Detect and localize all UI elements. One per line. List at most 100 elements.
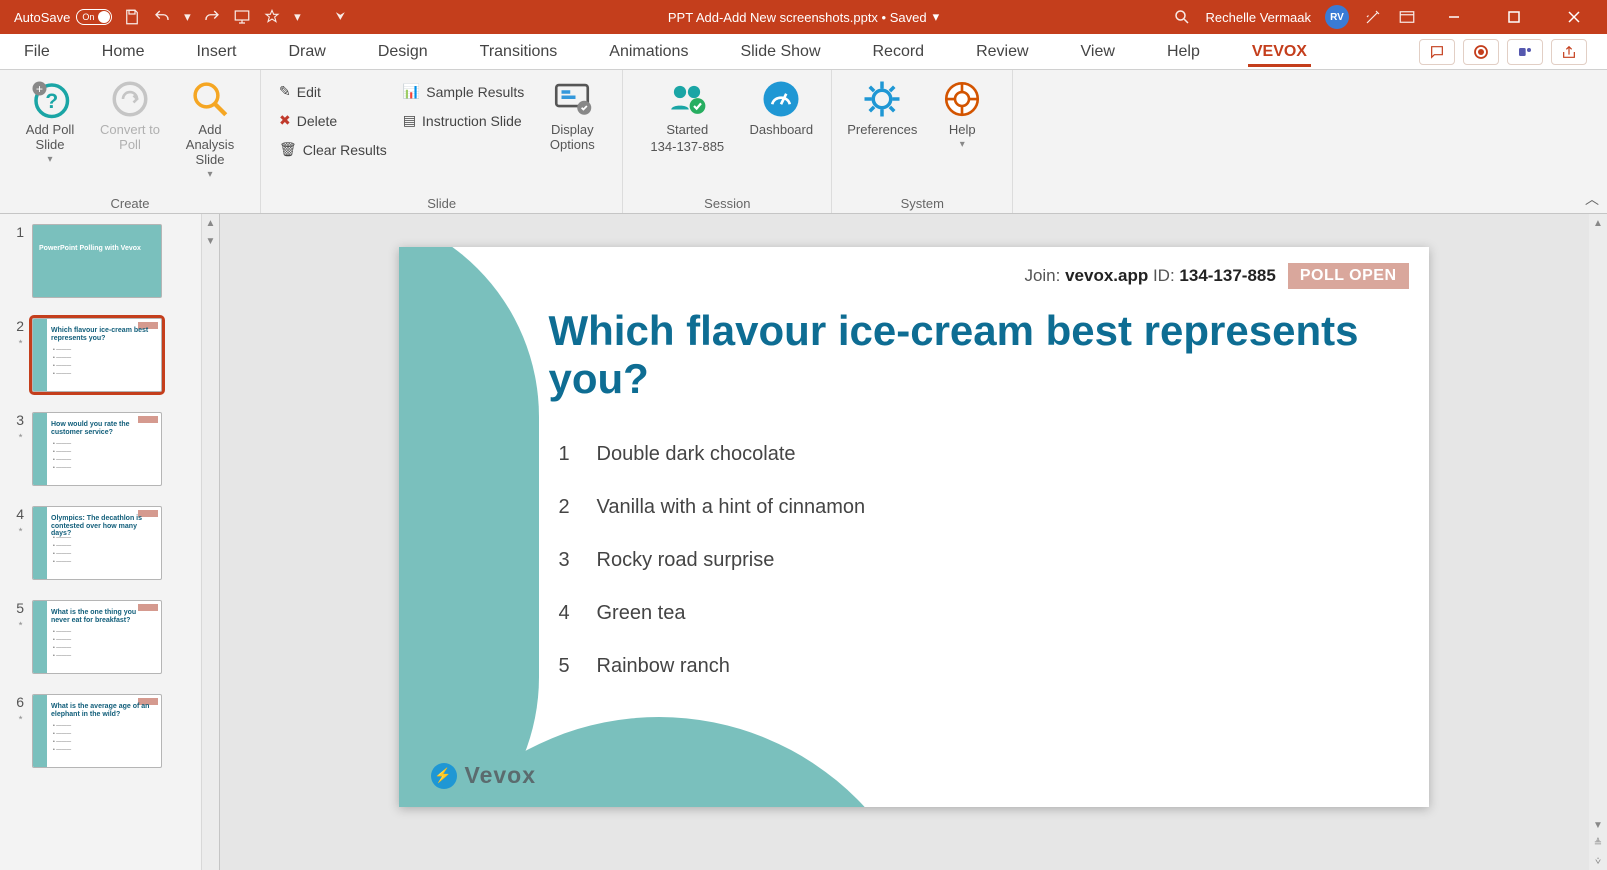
tab-vevox[interactable]: VEVOX	[1248, 37, 1311, 67]
chevron-down-icon[interactable]: ▾	[933, 9, 940, 25]
tab-record[interactable]: Record	[869, 37, 929, 67]
autosave-toggle[interactable]: AutoSave On	[14, 9, 112, 25]
workarea: 1PowerPoint Polling with Vevox2⋆Which fl…	[0, 214, 1607, 870]
ribbon-collapse-button[interactable]: ︿	[1585, 189, 1599, 209]
tab-design[interactable]: Design	[374, 37, 432, 67]
svg-text:?: ?	[45, 90, 58, 113]
undo-icon[interactable]	[152, 7, 172, 27]
lifebuoy-icon	[941, 78, 983, 120]
slide-decor-shape	[399, 247, 539, 807]
next-slide-icon[interactable]: ⩒	[1589, 852, 1607, 870]
magnify-icon	[189, 78, 231, 120]
group-slide: ✎Edit ✖Delete 🗑Clear Results 📊Sample Res…	[261, 70, 623, 213]
scroll-up-icon[interactable]: ▲	[202, 214, 219, 232]
thumb-number: 6	[10, 694, 24, 710]
teams-button[interactable]	[1507, 39, 1543, 65]
tab-help[interactable]: Help	[1163, 37, 1204, 67]
thumb-number: 2	[10, 318, 24, 334]
pencil-icon: ✎	[279, 83, 291, 100]
display-icon	[551, 78, 593, 120]
scroll-up-icon[interactable]: ▲	[1589, 214, 1607, 232]
clear-label: Clear Results	[303, 142, 387, 158]
help-button[interactable]: Help ▾	[926, 76, 998, 194]
option-row: 1Double dark chocolate	[559, 443, 866, 466]
thumb-number: 4	[10, 506, 24, 522]
people-check-icon	[666, 78, 708, 120]
group-system: Preferences Help ▾ System	[832, 70, 1013, 213]
slide-canvas[interactable]: Join: vevox.app ID: 134-137-885 POLL OPE…	[399, 247, 1429, 807]
chevron-down-icon[interactable]: ▾	[182, 7, 192, 27]
display-options-button[interactable]: Display Options	[536, 76, 608, 194]
tab-animations[interactable]: Animations	[605, 37, 692, 67]
clear-results-button[interactable]: 🗑Clear Results	[275, 138, 391, 161]
chevron-down-icon[interactable]: ▾	[292, 7, 302, 27]
thumbnail-3[interactable]: 3⋆How would you rate the customer servic…	[0, 402, 219, 496]
dashboard-button[interactable]: Dashboard	[745, 76, 817, 194]
user-name[interactable]: Rechelle Vermaak	[1206, 10, 1312, 25]
sample-results-button[interactable]: 📊Sample Results	[399, 80, 528, 103]
titlebar-right: Rechelle Vermaak RV	[1172, 0, 1607, 34]
dashboard-icon	[760, 78, 802, 120]
delete-button[interactable]: ✖Delete	[275, 109, 391, 132]
thumbnail-6[interactable]: 6⋆What is the average age of an elephant…	[0, 684, 219, 778]
join-text: Join: vevox.app ID: 134-137-885	[1024, 266, 1275, 286]
add-poll-slide-button[interactable]: ?+ Add Poll Slide ▾	[14, 76, 86, 194]
thumbnail-scrollbar[interactable]: ▲ ▼	[201, 214, 219, 870]
thumb-preview: What is the average age of an elephant i…	[32, 694, 162, 768]
record-button[interactable]	[1463, 39, 1499, 65]
scroll-down-icon[interactable]: ▼	[202, 232, 219, 250]
tab-transitions[interactable]: Transitions	[476, 37, 562, 67]
thumb-preview: Olympics: The decathlon is contested ove…	[32, 506, 162, 580]
redo-icon[interactable]	[202, 7, 222, 27]
thumb-number: 1	[10, 224, 24, 240]
option-number: 4	[559, 602, 573, 625]
tab-slideshow[interactable]: Slide Show	[736, 37, 824, 67]
tab-draw[interactable]: Draw	[284, 37, 329, 67]
instruction-slide-button[interactable]: ▤Instruction Slide	[399, 109, 528, 132]
question-plus-icon: ?+	[29, 78, 71, 120]
close-button[interactable]	[1551, 0, 1597, 34]
group-slide-label: Slide	[275, 194, 608, 211]
join-prefix: Join:	[1024, 266, 1065, 285]
user-avatar[interactable]: RV	[1325, 5, 1349, 29]
edit-button[interactable]: ✎Edit	[275, 80, 391, 103]
option-text: Vanilla with a hint of cinnamon	[597, 496, 866, 519]
search-icon[interactable]	[1172, 7, 1192, 27]
wand-icon[interactable]	[1363, 7, 1383, 27]
tab-view[interactable]: View	[1077, 37, 1119, 67]
thumbnail-4[interactable]: 4⋆Olympics: The decathlon is contested o…	[0, 496, 219, 590]
preferences-button[interactable]: Preferences	[846, 76, 918, 194]
titlebar-center: PPT Add-Add New screenshots.pptx • Saved…	[668, 9, 939, 25]
preferences-label: Preferences	[847, 122, 917, 137]
group-session-label: Session	[637, 194, 817, 211]
thumbnail-2[interactable]: 2⋆Which flavour ice-cream best represent…	[0, 308, 219, 402]
prev-slide-icon[interactable]: ≜	[1589, 834, 1607, 852]
star-icon[interactable]	[262, 7, 282, 27]
convert-to-poll-button[interactable]: Convert to Poll	[94, 76, 166, 194]
group-session: Started 134-137-885 Dashboard Session	[623, 70, 832, 213]
session-started-button[interactable]: Started 134-137-885	[637, 76, 737, 194]
stage-scrollbar[interactable]: ▲ ▼ ≜ ⩒	[1589, 214, 1607, 870]
add-analysis-slide-button[interactable]: Add Analysis Slide ▾	[174, 76, 246, 194]
window-mode-icon[interactable]	[1397, 7, 1417, 27]
scroll-down-icon[interactable]: ▼	[1589, 816, 1607, 834]
tab-insert[interactable]: Insert	[192, 37, 240, 67]
overflow-icon[interactable]: ⮟	[330, 7, 350, 27]
save-icon[interactable]	[122, 7, 142, 27]
share-button[interactable]	[1551, 39, 1587, 65]
group-system-label: System	[846, 194, 998, 211]
slide-question: Which flavour ice-cream best represents …	[549, 307, 1369, 404]
minimize-button[interactable]	[1431, 0, 1477, 34]
tab-home[interactable]: Home	[98, 37, 149, 67]
tab-review[interactable]: Review	[972, 37, 1032, 67]
add-poll-label: Add Poll Slide	[14, 122, 86, 152]
thumbnail-1[interactable]: 1PowerPoint Polling with Vevox	[0, 214, 219, 308]
thumbnail-5[interactable]: 5⋆What is the one thing you never eat fo…	[0, 590, 219, 684]
option-row: 5Rainbow ranch	[559, 655, 866, 678]
present-icon[interactable]	[232, 7, 252, 27]
comments-button[interactable]	[1419, 39, 1455, 65]
maximize-button[interactable]	[1491, 0, 1537, 34]
tab-file[interactable]: File	[20, 37, 54, 67]
delete-label: Delete	[297, 113, 337, 129]
ribbon: ?+ Add Poll Slide ▾ Convert to Poll Add …	[0, 70, 1607, 214]
